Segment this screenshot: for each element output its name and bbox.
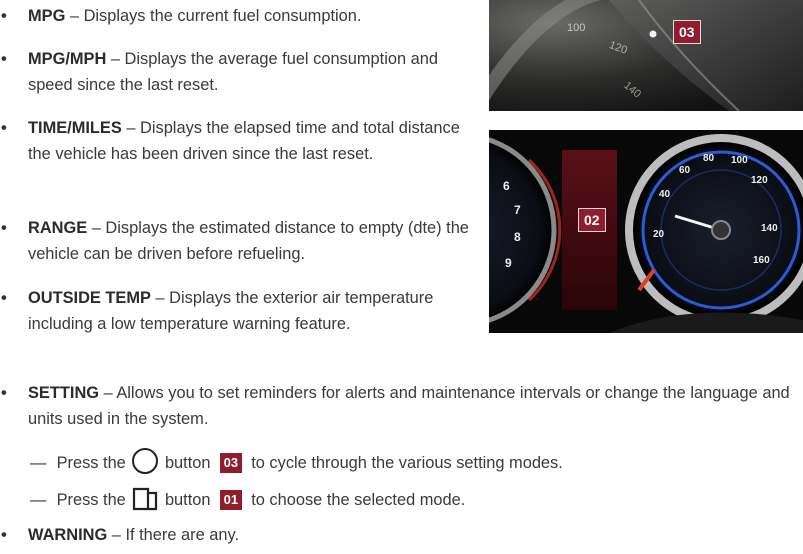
step-rest: to cycle through the various setting mod… (251, 454, 563, 472)
gauge-number: 100 (731, 155, 748, 166)
term-label: OUTSIDE TEMP (28, 289, 151, 307)
term-label: MPG/MPH (28, 50, 107, 68)
callout-label: 02 (578, 208, 606, 232)
bullet-dot: • (1, 50, 7, 68)
step-post: button (164, 491, 211, 509)
term-label: RANGE (28, 219, 88, 237)
bullet-item-time-miles: • TIME/MILES – Displays the elapsed time… (0, 115, 465, 167)
gauge-number: 120 (751, 175, 768, 186)
item-text: – Displays the current fuel consumption. (65, 7, 362, 25)
term-label: MPG (28, 7, 66, 25)
step-pre: Press the (56, 491, 126, 509)
circle-button-icon (132, 448, 159, 474)
gauge-number: 60 (679, 165, 691, 176)
step-pre: Press the (56, 454, 126, 472)
bullet-item-mpg-mph: • MPG/MPH – Displays the average fuel co… (0, 46, 480, 98)
dash: — (30, 491, 47, 509)
bullet-dot: • (1, 289, 7, 307)
gauge-number: 9 (505, 256, 512, 270)
term-label: SETTING (28, 384, 100, 402)
bullet-dot: • (1, 219, 7, 237)
bullet-item-mpg: • MPG – Displays the current fuel consum… (0, 3, 470, 29)
bullet-dot: • (1, 384, 7, 402)
bullet-dot: • (1, 7, 7, 25)
item-text: – Allows you to set reminders for alerts… (28, 384, 790, 428)
term-label: TIME/MILES (28, 119, 122, 137)
callout-badge: 01 (219, 490, 243, 510)
bullet-item-outside-temp: • OUTSIDE TEMP – Displays the exterior a… (0, 285, 440, 337)
gauge-number: 160 (753, 255, 770, 266)
gauge-number: 7 (514, 203, 521, 217)
gauge-number: 40 (659, 189, 671, 200)
gauge-number: 8 (514, 230, 521, 244)
callout-label: 03 (673, 20, 701, 44)
gauge-number: 80 (703, 153, 715, 164)
bullet-item-range: • RANGE – Displays the estimated distanc… (0, 215, 470, 267)
callout-badge: 03 (219, 453, 243, 473)
bullet-item-setting: • SETTING – Allows you to set reminders … (0, 380, 803, 432)
photo-steering-button: 100 120 140 03 (489, 0, 803, 111)
sub-step-cycle: — Press the button 03 to cycle through t… (30, 448, 563, 476)
bullet-dot: • (1, 526, 7, 544)
item-text: – Displays the estimated distance to emp… (28, 219, 469, 263)
gauge-number: 6 (503, 179, 510, 193)
square-button-icon (132, 487, 158, 519)
bullet-dot: • (1, 119, 7, 137)
step-post: button (164, 454, 211, 472)
term-label: WARNING (28, 526, 108, 544)
dash: — (30, 454, 47, 472)
sub-step-choose: — Press the button 01 to choose the sele… (30, 487, 465, 519)
gauge-number: 140 (761, 223, 778, 234)
step-rest: to choose the selected mode. (251, 491, 466, 509)
bullet-item-warning: • WARNING – If there are any. (0, 522, 500, 548)
gauge-number: 20 (653, 229, 665, 240)
photo-instrument-cluster: 6 7 8 9 60 80 100 120 140 160 40 20 02 (489, 130, 803, 333)
gauge-number: 100 (567, 22, 586, 34)
item-text: – If there are any. (107, 526, 240, 544)
